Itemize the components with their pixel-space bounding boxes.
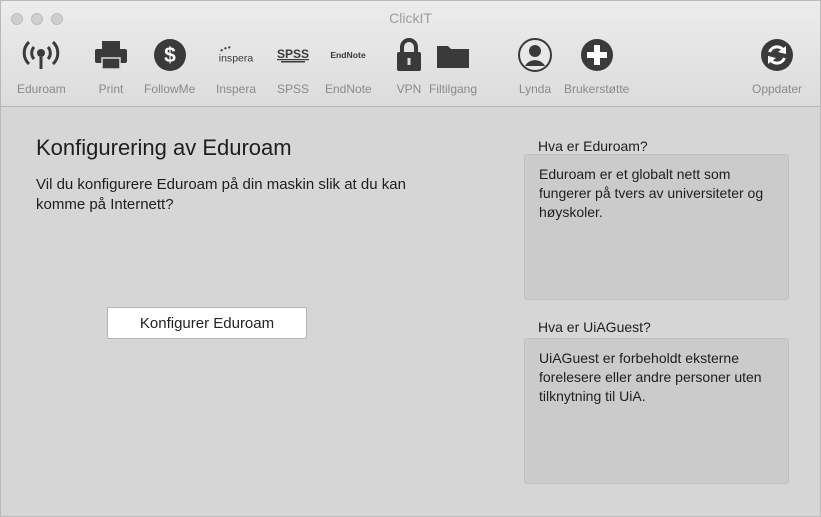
toolbar-item-inspera[interactable]: inspera Inspera — [214, 35, 258, 96]
svg-text:inspera: inspera — [219, 53, 254, 65]
configure-eduroam-button[interactable]: Konfigurer Eduroam — [107, 307, 307, 339]
page-description: Vil du konfigurere Eduroam på din maskin… — [36, 176, 406, 213]
eduroam-info-heading: Hva er Eduroam? — [538, 138, 648, 154]
lynda-avatar-icon — [513, 35, 557, 75]
eduroam-info-box: Eduroam er et globalt nett som fungerer … — [524, 154, 789, 300]
page-title: Konfigurering av Eduroam — [36, 135, 292, 160]
toolbar-label: Oppdater — [752, 82, 803, 96]
app-window: ClickIT Eduroam Print $ FollowMe inspera… — [0, 0, 821, 517]
wifi-broadcast-icon — [19, 35, 63, 75]
toolbar-label: Inspera — [215, 82, 257, 96]
uiaguest-info-heading: Hva er UiAGuest? — [538, 319, 651, 335]
toolbar-label: FollowMe — [144, 82, 196, 96]
svg-text:$: $ — [164, 44, 176, 67]
toolbar-label: Lynda — [518, 82, 552, 96]
toolbar-label: VPN — [396, 82, 422, 96]
toolbar-item-filtilgang[interactable]: Filtilgang — [429, 35, 477, 96]
toolbar-label: Print — [98, 82, 124, 96]
endnote-logo-icon: EndNote — [326, 35, 370, 75]
uiaguest-info-box: UiAGuest er forbeholdt eksterne forelese… — [524, 338, 789, 484]
refresh-icon — [755, 35, 799, 75]
plus-circle-icon — [575, 35, 619, 75]
spss-logo-icon: SPSS — [271, 35, 315, 75]
toolbar-label: Eduroam — [17, 82, 66, 96]
toolbar-item-endnote[interactable]: EndNote EndNote — [325, 35, 372, 96]
toolbar-label: EndNote — [325, 82, 372, 96]
lock-icon — [387, 35, 431, 75]
toolbar-item-oppdater[interactable]: Oppdater — [752, 35, 802, 96]
inspera-logo-icon: inspera — [214, 35, 258, 75]
svg-text:EndNote: EndNote — [331, 50, 367, 60]
toolbar-item-print[interactable]: Print — [89, 35, 133, 96]
toolbar-item-eduroam[interactable]: Eduroam — [17, 35, 66, 96]
printer-icon — [89, 35, 133, 75]
window-title: ClickIT — [389, 10, 432, 26]
dollar-circle-icon: $ — [148, 35, 192, 75]
toolbar-item-spss[interactable]: SPSS SPSS — [271, 35, 315, 96]
toolbar-label: SPSS — [276, 82, 309, 96]
toolbar: Eduroam Print $ FollowMe inspera Inspera… — [1, 35, 820, 105]
toolbar-item-lynda[interactable]: Lynda — [513, 35, 557, 96]
toolbar-label: Brukerstøtte — [564, 82, 630, 96]
toolbar-item-vpn[interactable]: VPN — [387, 35, 431, 96]
toolbar-item-brukerstotte[interactable]: Brukerstøtte — [564, 35, 629, 96]
folder-icon — [431, 35, 475, 75]
toolbar-label: Filtilgang — [429, 82, 478, 96]
toolbar-item-followme[interactable]: $ FollowMe — [144, 35, 195, 96]
svg-text:SPSS: SPSS — [277, 47, 309, 61]
title-bar: ClickIT Eduroam Print $ FollowMe inspera… — [1, 1, 820, 107]
